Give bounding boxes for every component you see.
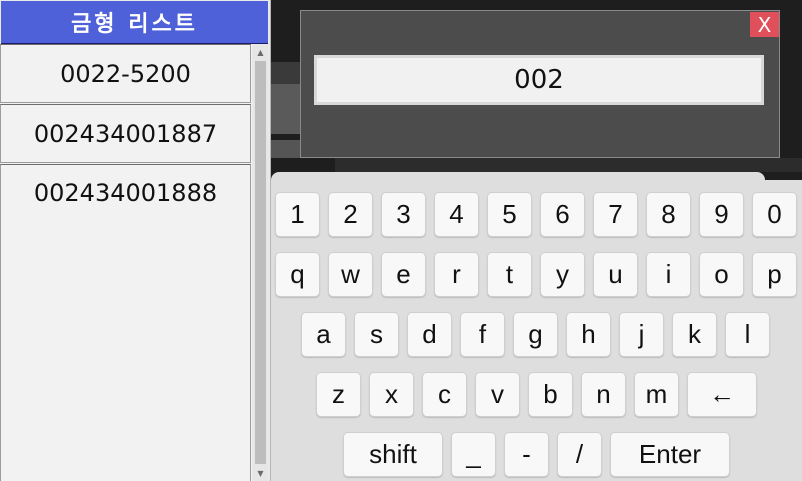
key-p[interactable]: p: [752, 252, 797, 297]
list-item[interactable]: 0022-5200: [0, 44, 251, 103]
key-2[interactable]: 2: [328, 192, 373, 237]
background-element: [271, 84, 301, 134]
search-input[interactable]: 002: [314, 55, 764, 105]
scroll-up-arrow-icon[interactable]: ▲: [253, 44, 268, 60]
key-0[interactable]: 0: [752, 192, 797, 237]
shift-key[interactable]: shift: [343, 432, 443, 477]
key-a[interactable]: a: [301, 312, 346, 357]
key-m[interactable]: m: [634, 372, 679, 417]
key-n[interactable]: n: [581, 372, 626, 417]
key-5[interactable]: 5: [487, 192, 532, 237]
close-button[interactable]: X: [750, 12, 779, 37]
mold-list-panel: 금형 리스트 0022-5200 002434001887 0024340018…: [0, 0, 271, 481]
key-s[interactable]: s: [354, 312, 399, 357]
key-6[interactable]: 6: [540, 192, 585, 237]
key-j[interactable]: j: [619, 312, 664, 357]
enter-key[interactable]: Enter: [610, 432, 730, 477]
list-item[interactable]: 002434001887: [0, 104, 251, 163]
scroll-thumb[interactable]: [255, 61, 266, 464]
background-element: [335, 158, 802, 172]
key-3[interactable]: 3: [381, 192, 426, 237]
key-u[interactable]: u: [593, 252, 638, 297]
key-w[interactable]: w: [328, 252, 373, 297]
list-title: 금형 리스트: [1, 1, 268, 44]
key-slash[interactable]: /: [557, 432, 602, 477]
key-l[interactable]: l: [725, 312, 770, 357]
key-d[interactable]: d: [407, 312, 452, 357]
key-1[interactable]: 1: [275, 192, 320, 237]
key-e[interactable]: e: [381, 252, 426, 297]
key-i[interactable]: i: [646, 252, 691, 297]
key-z[interactable]: z: [316, 372, 361, 417]
key-k[interactable]: k: [672, 312, 717, 357]
list-body: 0022-5200 002434001887 002434001888: [0, 44, 252, 481]
backspace-key[interactable]: ←: [687, 372, 757, 417]
key-q[interactable]: q: [275, 252, 320, 297]
key-r[interactable]: r: [434, 252, 479, 297]
scroll-down-arrow-icon[interactable]: ▼: [253, 465, 268, 481]
key-g[interactable]: g: [513, 312, 558, 357]
list-scrollbar[interactable]: ▲ ▼: [253, 44, 268, 481]
key-x[interactable]: x: [369, 372, 414, 417]
background-element: [271, 140, 301, 158]
key-t[interactable]: t: [487, 252, 532, 297]
key-f[interactable]: f: [460, 312, 505, 357]
key-c[interactable]: c: [422, 372, 467, 417]
key-b[interactable]: b: [528, 372, 573, 417]
key-underscore[interactable]: _: [451, 432, 496, 477]
key-v[interactable]: v: [475, 372, 520, 417]
key-o[interactable]: o: [699, 252, 744, 297]
key-hyphen[interactable]: -: [504, 432, 549, 477]
key-7[interactable]: 7: [593, 192, 638, 237]
key-8[interactable]: 8: [646, 192, 691, 237]
key-9[interactable]: 9: [699, 192, 744, 237]
key-4[interactable]: 4: [434, 192, 479, 237]
key-y[interactable]: y: [540, 252, 585, 297]
key-h[interactable]: h: [566, 312, 611, 357]
list-item[interactable]: 002434001888: [0, 164, 251, 481]
